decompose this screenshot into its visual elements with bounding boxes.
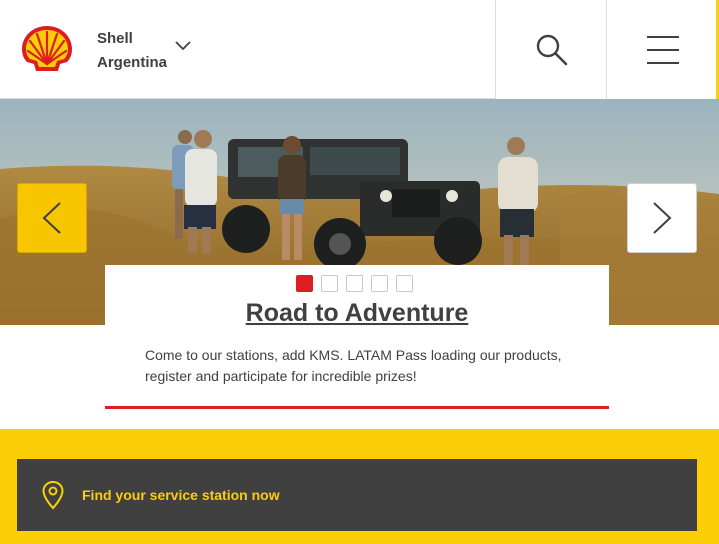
carousel-dot-5[interactable] — [396, 275, 413, 292]
carousel-indicators — [296, 275, 413, 292]
country-selector[interactable]: Shell Argentina — [97, 27, 167, 75]
country-name: Argentina — [97, 54, 168, 71]
carousel-dot-4[interactable] — [371, 275, 388, 292]
brand-name: Shell — [97, 30, 133, 47]
chevron-right-icon — [653, 202, 672, 234]
search-button[interactable] — [495, 0, 607, 99]
slide-title-link[interactable]: Road to Adventure — [105, 299, 609, 328]
shell-logo[interactable] — [20, 24, 74, 74]
find-station-button[interactable]: Find your service station now — [17, 459, 697, 531]
carousel-dot-1[interactable] — [296, 275, 313, 292]
carousel-dot-3[interactable] — [346, 275, 363, 292]
chevron-down-icon[interactable] — [175, 40, 191, 52]
find-station-label: Find your service station now — [82, 487, 280, 503]
slide-description: Come to our stations, add KMS. LATAM Pas… — [145, 347, 562, 384]
carousel-prev-button[interactable] — [17, 183, 87, 253]
slide-caption-card: Road to Adventure Come to our stations, … — [105, 265, 609, 409]
location-pin-icon — [42, 480, 64, 510]
carousel-dot-2[interactable] — [321, 275, 338, 292]
hamburger-menu-icon — [646, 35, 679, 64]
site-header: Shell Argentina — [0, 0, 719, 99]
chevron-left-icon — [42, 202, 61, 234]
carousel-next-button[interactable] — [627, 183, 697, 253]
shell-pecten-icon — [22, 26, 72, 71]
search-icon — [536, 34, 567, 65]
menu-button[interactable] — [606, 0, 718, 99]
caption-divider — [105, 406, 609, 409]
